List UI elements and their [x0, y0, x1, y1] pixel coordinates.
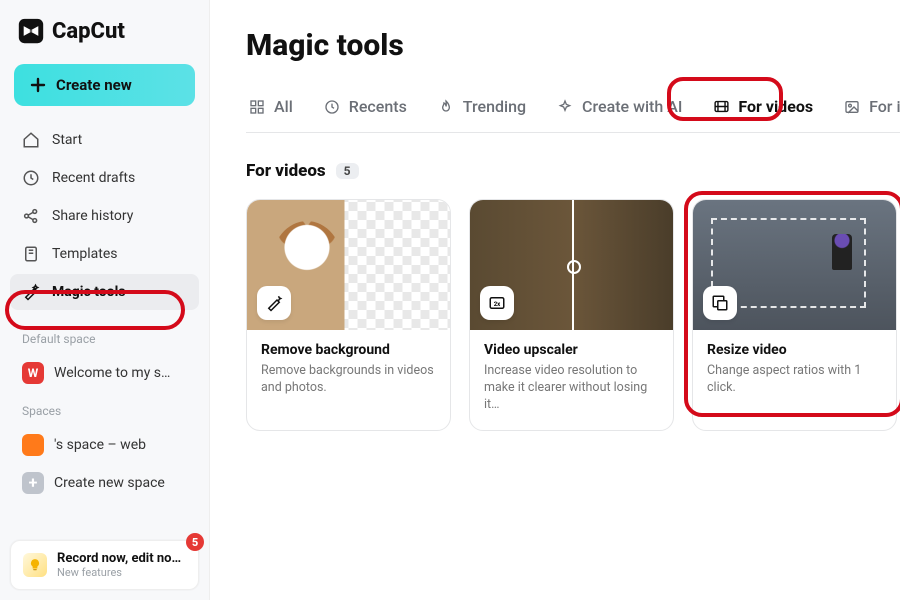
- sidebar-item-label: Share history: [52, 208, 133, 224]
- card-title: Resize video: [707, 342, 882, 358]
- film-icon: [712, 98, 730, 116]
- space-user[interactable]: 's space – web: [10, 426, 199, 464]
- tabs: All Recents Trending Create with AI For …: [246, 91, 900, 133]
- card-body: Video upscaler Increase video resolution…: [470, 330, 673, 430]
- card-body: Remove background Remove backgrounds in …: [247, 330, 450, 413]
- space-welcome[interactable]: W Welcome to my s…: [10, 354, 199, 392]
- upscale-icon: 2x: [480, 286, 514, 320]
- sidebar-item-label: Start: [52, 132, 82, 148]
- clock-icon: [22, 169, 40, 187]
- sidebar-item-label: Magic tools: [52, 284, 125, 300]
- tab-label: Trending: [463, 97, 526, 116]
- space-avatar: W: [22, 362, 44, 384]
- sidebar-item-start[interactable]: Start: [10, 122, 199, 158]
- home-icon: [22, 131, 40, 149]
- card-resize-video[interactable]: Resize video Change aspect ratios with 1…: [692, 199, 897, 431]
- grid-icon: [248, 98, 266, 116]
- bottom-promo-card[interactable]: 5 Record now, edit no… New features: [10, 540, 199, 590]
- card-body: Resize video Change aspect ratios with 1…: [693, 330, 896, 413]
- tab-trending[interactable]: Trending: [435, 91, 528, 132]
- plus-icon: [30, 77, 46, 93]
- lightbulb-icon: [23, 553, 47, 577]
- sidebar-item-templates[interactable]: Templates: [10, 236, 199, 272]
- card-title: Video upscaler: [484, 342, 659, 358]
- spaces-label: Spaces: [10, 392, 199, 426]
- create-new-button[interactable]: Create new: [14, 64, 195, 106]
- sidebar-item-label: Templates: [52, 246, 118, 262]
- space-label: Welcome to my s…: [54, 365, 170, 381]
- card-grid: Remove background Remove backgrounds in …: [246, 199, 900, 431]
- tab-all[interactable]: All: [246, 91, 295, 132]
- tab-recents[interactable]: Recents: [321, 91, 409, 132]
- default-space-label: Default space: [10, 320, 199, 354]
- sparkle-icon: [556, 98, 574, 116]
- tab-label: All: [274, 97, 293, 116]
- tab-create-with-ai[interactable]: Create with AI: [554, 91, 684, 132]
- app-name: CapCut: [52, 19, 125, 44]
- sidebar-item-share-history[interactable]: Share history: [10, 198, 199, 234]
- section-for-videos: For videos 5 Remove background Remove ba…: [246, 161, 900, 431]
- section-header: For videos 5: [246, 161, 900, 181]
- sidebar-item-label: Recent drafts: [52, 170, 135, 186]
- create-new-label: Create new: [56, 76, 132, 94]
- card-video-upscaler[interactable]: 2x Video upscaler Increase video resolut…: [469, 199, 674, 431]
- bottom-subtitle: New features: [57, 566, 181, 579]
- magic-wand-icon: [257, 286, 291, 320]
- card-desc: Change aspect ratios with 1 click.: [707, 363, 882, 397]
- space-avatar: [22, 434, 44, 456]
- share-icon: [22, 207, 40, 225]
- tab-label: For images: [869, 97, 900, 116]
- plus-icon: +: [22, 472, 44, 494]
- tab-for-images[interactable]: For images: [841, 91, 900, 132]
- card-thumbnail: [693, 200, 896, 330]
- resize-icon: [703, 286, 737, 320]
- card-thumbnail: [247, 200, 450, 330]
- sidebar-item-recent-drafts[interactable]: Recent drafts: [10, 160, 199, 196]
- sidebar-item-magic-tools[interactable]: Magic tools: [10, 274, 199, 310]
- tab-for-videos[interactable]: For videos: [710, 91, 815, 132]
- card-desc: Increase video resolution to make it cle…: [484, 363, 659, 414]
- notification-badge: 5: [186, 533, 204, 551]
- svg-text:2x: 2x: [494, 301, 501, 308]
- sidebar: CapCut Create new Start Recent drafts Sh…: [0, 0, 210, 600]
- card-remove-background[interactable]: Remove background Remove backgrounds in …: [246, 199, 451, 431]
- clock-icon: [323, 98, 341, 116]
- capcut-logo-icon: [18, 18, 44, 44]
- tab-label: Create with AI: [582, 97, 682, 116]
- create-space-label: Create new space: [54, 475, 165, 491]
- app-logo[interactable]: CapCut: [10, 18, 199, 64]
- tab-label: For videos: [738, 97, 813, 116]
- bottom-text: Record now, edit no… New features: [57, 551, 181, 579]
- card-desc: Remove backgrounds in videos and photos.: [261, 363, 436, 397]
- magic-wand-icon: [22, 283, 40, 301]
- card-thumbnail: 2x: [470, 200, 673, 330]
- section-count: 5: [336, 163, 359, 179]
- section-title: For videos: [246, 161, 326, 181]
- main-content: Magic tools All Recents Trending Create …: [210, 0, 900, 600]
- card-title: Remove background: [261, 342, 436, 358]
- space-label: 's space – web: [54, 437, 146, 453]
- flame-icon: [437, 98, 455, 116]
- create-new-space[interactable]: + Create new space: [10, 464, 199, 502]
- image-icon: [843, 98, 861, 116]
- tab-label: Recents: [349, 97, 407, 116]
- bottom-title: Record now, edit no…: [57, 551, 181, 566]
- nav-list: Start Recent drafts Share history Templa…: [10, 122, 199, 310]
- page-title: Magic tools: [246, 28, 900, 63]
- templates-icon: [22, 245, 40, 263]
